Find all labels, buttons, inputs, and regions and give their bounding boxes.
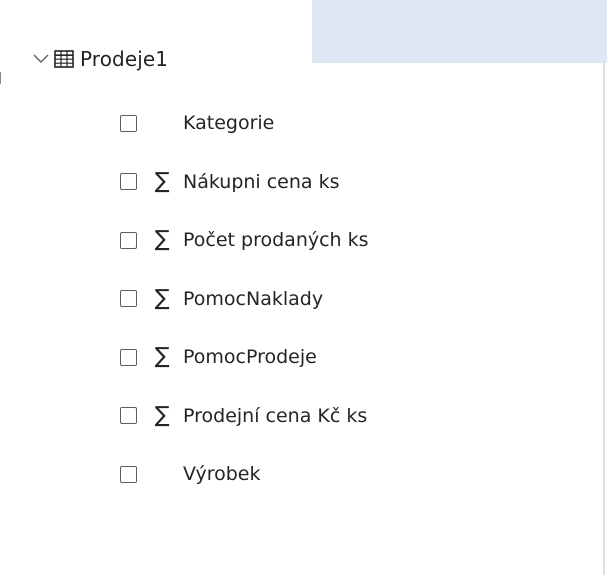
field-checkbox[interactable] <box>120 290 137 308</box>
header-highlight-area <box>312 0 607 63</box>
field-label: Kategorie <box>183 112 275 135</box>
field-checkbox[interactable] <box>120 231 137 249</box>
sigma-icon: ∑ <box>154 402 170 428</box>
field-item-vyrobek[interactable]: Výrobek <box>120 445 369 504</box>
field-checkbox[interactable] <box>120 465 137 483</box>
field-item-pocet-prodanych-ks[interactable]: ∑ Počet prodaných ks <box>120 211 369 270</box>
sigma-icon: ∑ <box>154 168 170 194</box>
sigma-icon: ∑ <box>154 227 170 253</box>
field-item-nakupni-cena-ks[interactable]: ∑ Nákupni cena ks <box>120 153 369 212</box>
chevron-down-icon[interactable] <box>32 50 50 68</box>
field-label: PomocNaklady <box>183 287 324 310</box>
pane-edge-divider <box>0 72 1 84</box>
table-prodeje1-row[interactable]: Prodeje1 <box>32 42 168 76</box>
field-item-kategorie[interactable]: Kategorie <box>120 94 369 153</box>
table-name: Prodeje1 <box>80 47 169 71</box>
field-label: Výrobek <box>183 463 261 486</box>
table-grid-icon <box>54 50 74 68</box>
field-item-prodejni-cena-kc-ks[interactable]: ∑ Prodejní cena Kč ks <box>120 387 369 446</box>
field-checkbox[interactable] <box>120 173 137 191</box>
field-checkbox[interactable] <box>120 348 137 366</box>
sigma-icon: ∑ <box>154 285 170 311</box>
field-label: Počet prodaných ks <box>183 229 369 252</box>
field-label: PomocProdeje <box>183 346 317 369</box>
field-item-pomocprodeje[interactable]: ∑ PomocProdeje <box>120 328 369 387</box>
field-checkbox[interactable] <box>120 114 137 132</box>
field-list: Kategorie ∑ Nákupni cena ks ∑ Počet prod… <box>120 94 369 504</box>
field-checkbox[interactable] <box>120 407 137 425</box>
field-label: Nákupni cena ks <box>183 170 340 193</box>
sigma-icon: ∑ <box>154 344 170 370</box>
field-label: Prodejní cena Kč ks <box>183 404 368 427</box>
pane-right-border <box>603 63 605 575</box>
field-item-pomocnaklady[interactable]: ∑ PomocNaklady <box>120 270 369 329</box>
